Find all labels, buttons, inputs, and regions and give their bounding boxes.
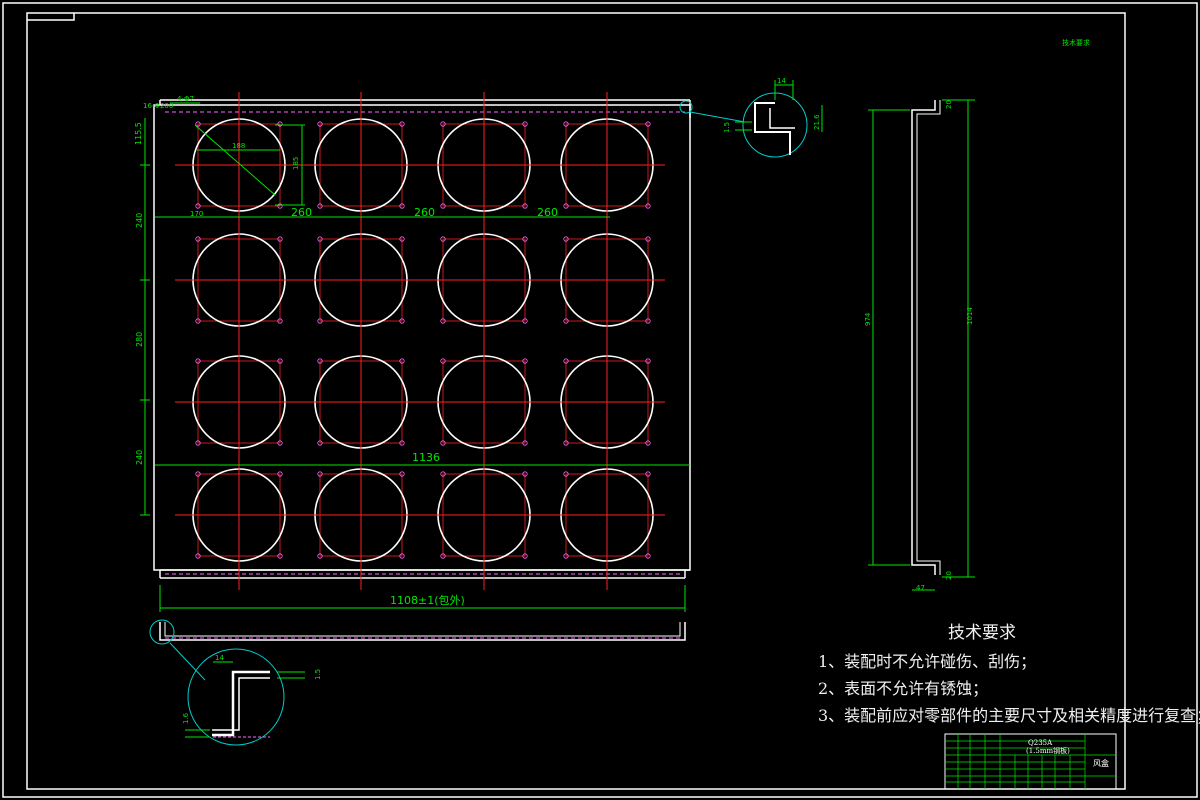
center-lines [175, 92, 665, 590]
dim-row-2: 280 [135, 332, 144, 347]
dim-hole-height: 185 [292, 157, 300, 170]
frame-corner-mark [27, 13, 75, 21]
dim-detail-t: 1.5 [314, 669, 322, 680]
hole-callout: 16-Φ200 [143, 102, 173, 110]
dim-side-top: 20 [945, 100, 953, 109]
title-material-note: (1.5mm钢板) [1026, 746, 1070, 755]
title-part-name: 风盒 [1093, 758, 1109, 768]
dim-flange-h: 21.6 [813, 114, 821, 130]
dim-side-bottom: 20 [945, 571, 953, 580]
flange-detail-top: 14 1.5 21.6 [679, 77, 823, 158]
hole-grid [192, 118, 654, 562]
dim-detail-w: 14 [215, 654, 224, 662]
tech-requirement-2: 2、表面不允许有锈蚀； [818, 679, 989, 698]
tech-requirement-1: 1、装配时不允许碰伤、刮伤； [818, 652, 1037, 671]
inner-border [26, 12, 1126, 790]
dim-row-1: 240 [135, 213, 144, 228]
dim-detail-h: 1.6 [182, 712, 190, 724]
dim-pitch-3: 260 [537, 206, 558, 219]
side-view: 974 1014 20 20 47 [864, 99, 975, 592]
dim-row-3: 240 [135, 450, 144, 465]
tech-requirements-title: 技术要求 [948, 623, 1016, 643]
tech-requirement-3: 3、装配前应对零部件的主要尺寸及相关精度进行复查； [818, 706, 1200, 725]
dim-top: 115.5 [134, 122, 143, 145]
dim-side-right: 1014 [966, 307, 974, 325]
dim-pitch-2: 260 [414, 206, 435, 219]
dim-side-foot: 47 [916, 584, 925, 592]
dim-flange-top: 14 [777, 77, 786, 85]
title-block: Q235A (1.5mm钢板) 风盒 [944, 733, 1117, 790]
title-material: Q235A [1028, 739, 1053, 747]
dim-hole-dia: 188 [232, 142, 245, 150]
dim-flange-thk: 1.5 [723, 122, 731, 133]
dim-side-left: 974 [864, 312, 872, 326]
outer-border [2, 2, 1198, 798]
dim-outer-width: 1108±1(包外) [390, 594, 465, 607]
bottom-section-view: 14 1.5 1.6 [149, 619, 686, 746]
bolt-callout: 4-Φ7 [177, 95, 194, 103]
dim-pitch-1: 260 [291, 206, 312, 219]
cad-drawing-canvas: 技术要求 16-Φ200 4-Φ7 115.5 188 185 170 260 … [2, 2, 1198, 798]
dim-left-offset: 170 [190, 210, 203, 218]
main-plate [153, 99, 691, 579]
top-right-note: 技术要求 [1062, 38, 1090, 47]
dim-inner-width: 1136 [412, 451, 440, 464]
